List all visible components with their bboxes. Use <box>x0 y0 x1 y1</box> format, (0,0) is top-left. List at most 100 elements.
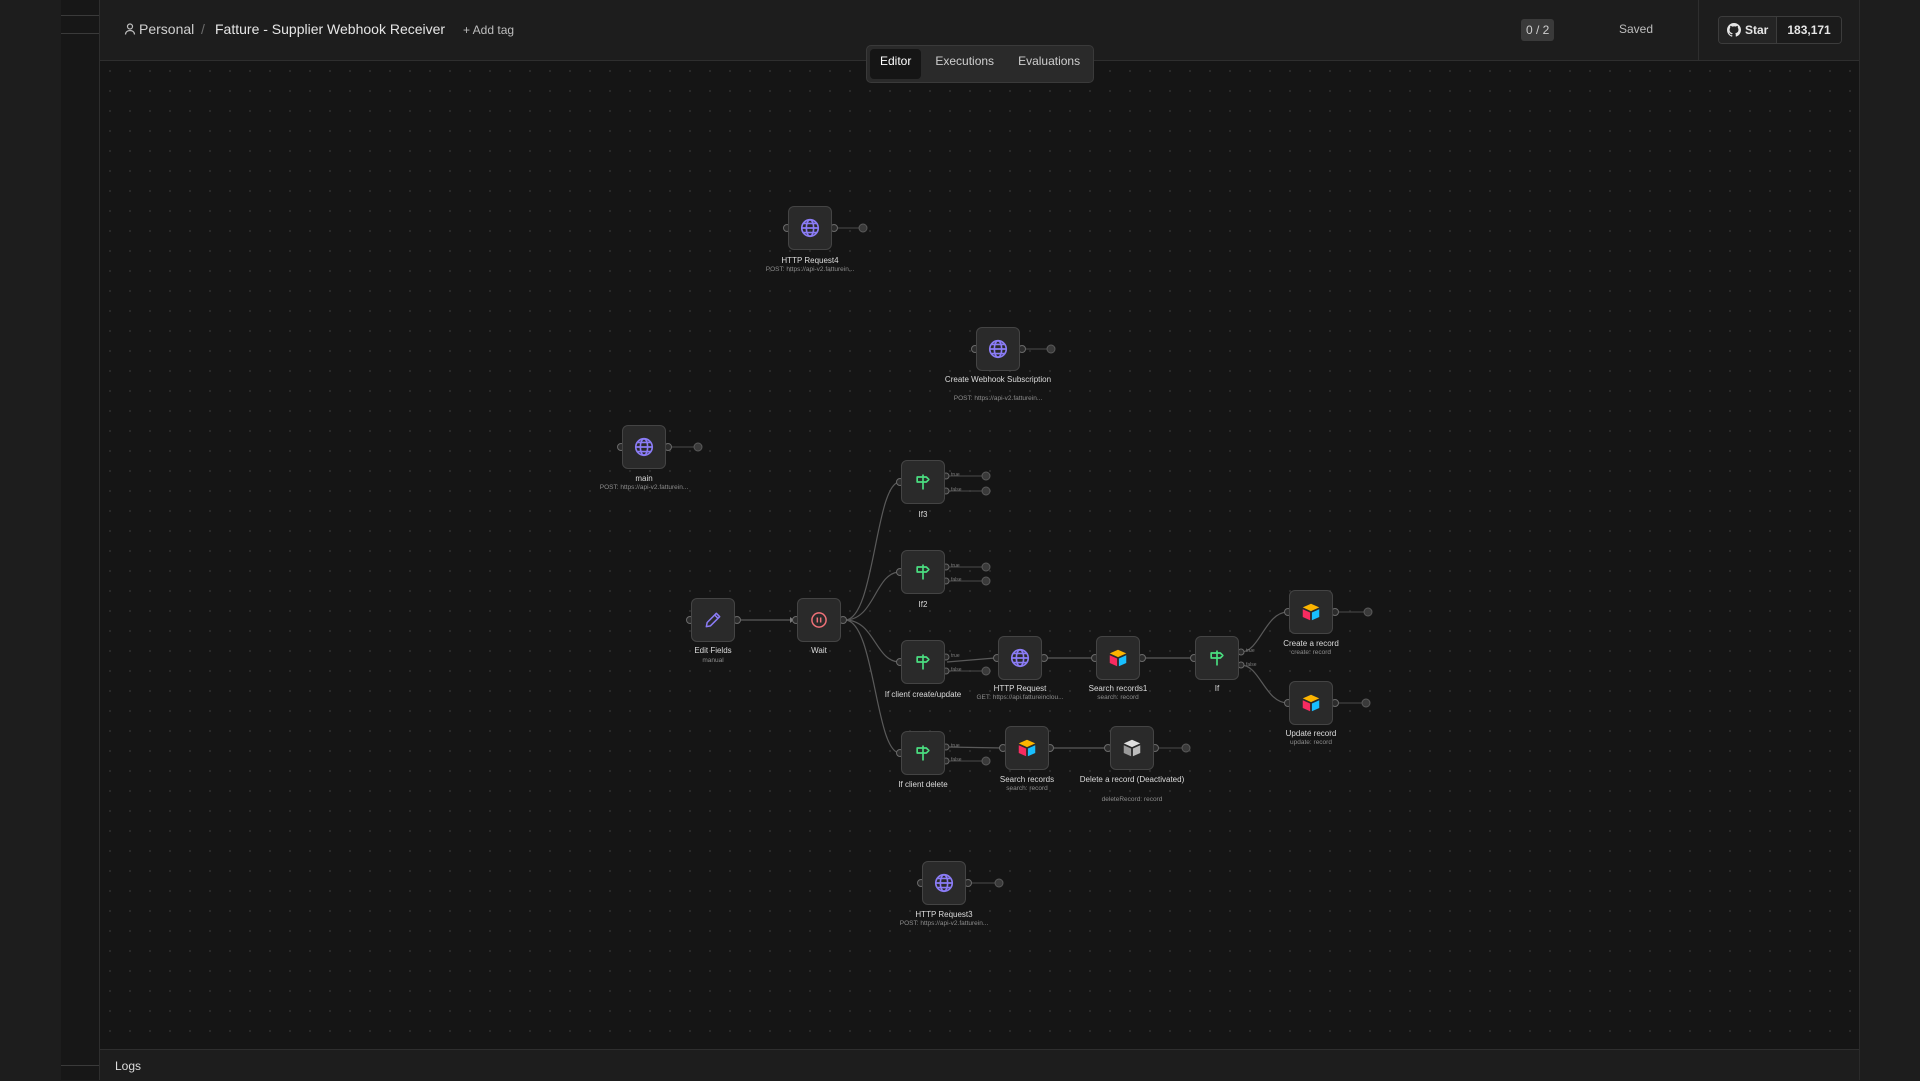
add-node-icon[interactable] <box>994 878 1004 888</box>
node-label: If <box>1214 684 1220 693</box>
add-node-icon[interactable] <box>981 562 991 572</box>
node-search-records1[interactable] <box>1096 636 1140 680</box>
node-subtitle: deleteRecord: record <box>1101 796 1163 803</box>
github-star-count[interactable]: 183,171 <box>1777 17 1841 43</box>
node-if-client-delete[interactable] <box>901 731 945 775</box>
port-label-false: false <box>951 757 962 763</box>
node-http-request3[interactable] <box>922 861 966 905</box>
node-wait[interactable] <box>797 598 841 642</box>
tab-evaluations[interactable]: Evaluations <box>1008 49 1090 79</box>
left-rail <box>0 0 61 1080</box>
workflow-canvas[interactable]: true false true false true false true fa… <box>100 61 1859 1049</box>
node-if3[interactable] <box>901 460 945 504</box>
node-subtitle: search: record <box>1006 785 1048 792</box>
if-signpost-icon <box>916 564 930 580</box>
add-node-icon[interactable] <box>1361 698 1371 708</box>
airtable-icon <box>1109 649 1127 667</box>
node-subtitle: POST: https://api-v2.fatturein... <box>765 266 855 273</box>
if-signpost-icon <box>916 745 930 761</box>
github-star-widget[interactable]: Star 183,171 <box>1718 16 1842 44</box>
node-label: If2 <box>918 600 928 609</box>
node-delete-a-record[interactable] <box>1110 726 1154 770</box>
node-create-a-record[interactable] <box>1289 590 1333 634</box>
globe-icon <box>934 873 954 893</box>
add-node-icon[interactable] <box>981 486 991 496</box>
add-node-icon[interactable] <box>981 576 991 586</box>
node-label: Wait <box>811 646 827 655</box>
if-signpost-icon <box>1210 650 1224 666</box>
node-subtitle: POST: https://api-v2.fatturein... <box>953 395 1043 402</box>
port-label-false: false <box>1246 662 1257 668</box>
github-star-button[interactable]: Star <box>1719 17 1778 43</box>
right-margin <box>1859 0 1920 1080</box>
node-if[interactable] <box>1195 636 1239 680</box>
add-node-icon[interactable] <box>1363 607 1373 617</box>
tab-executions[interactable]: Executions <box>925 49 1004 79</box>
sidebar <box>61 0 100 1080</box>
node-main[interactable] <box>622 425 666 469</box>
port-label-false: false <box>951 577 962 583</box>
node-label: Delete a record (Deactivated) <box>1079 775 1185 784</box>
pause-circle-icon <box>811 612 827 628</box>
breadcrumb-separator: / <box>201 21 205 37</box>
globe-icon <box>988 339 1008 359</box>
globe-icon <box>800 218 820 238</box>
github-icon <box>1727 23 1741 37</box>
node-if-client-create-update[interactable] <box>901 640 945 684</box>
airtable-icon <box>1123 739 1141 757</box>
if-signpost-icon <box>916 654 930 670</box>
save-status: Saved <box>1619 22 1654 36</box>
add-node-icon[interactable] <box>981 666 991 676</box>
globe-icon <box>1010 648 1030 668</box>
connections-layer <box>617 223 1373 888</box>
edge-wait-if2[interactable] <box>844 571 901 621</box>
airtable-icon <box>1302 603 1320 621</box>
sidebar-divider <box>61 1065 99 1066</box>
node-label: HTTP Request4 <box>781 256 839 265</box>
port-label-false: false <box>951 487 962 493</box>
add-node-icon[interactable] <box>693 442 703 452</box>
pencil-icon <box>705 612 721 628</box>
add-node-icon[interactable] <box>981 471 991 481</box>
node-subtitle: update: record <box>1290 739 1332 746</box>
active-counter-badge: 0 / 2 <box>1521 19 1555 41</box>
sidebar-divider <box>61 15 99 16</box>
port-label-true: true <box>951 743 960 749</box>
node-label: Create Webhook Subscription <box>944 375 1052 384</box>
airtable-icon <box>1018 739 1036 757</box>
edge-wait-if-delete[interactable] <box>844 619 901 754</box>
add-node-icon[interactable] <box>1181 743 1191 753</box>
person-icon <box>124 23 136 35</box>
add-node-icon[interactable] <box>1046 344 1056 354</box>
node-create-webhook-subscription[interactable] <box>976 327 1020 371</box>
header-divider <box>1698 0 1699 60</box>
node-http-request[interactable] <box>998 636 1042 680</box>
node-subtitle: create: record <box>1290 649 1332 656</box>
tab-editor[interactable]: Editor <box>870 49 922 79</box>
add-tag-button[interactable]: + Add tag <box>463 23 514 37</box>
workflow-title[interactable]: Fatture - Supplier Webhook Receiver <box>215 21 445 37</box>
node-if2[interactable] <box>901 550 945 594</box>
breadcrumb-project[interactable]: Personal <box>139 21 194 37</box>
globe-icon <box>634 437 654 457</box>
logs-panel-bar[interactable]: Logs <box>100 1049 1859 1081</box>
node-http-request4[interactable] <box>788 206 832 250</box>
node-subtitle: POST: https://api-v2.fatturein... <box>599 484 689 491</box>
node-edit-fields[interactable] <box>691 598 735 642</box>
view-tabs: Editor Executions Evaluations <box>866 45 1095 83</box>
port-label-true: true <box>951 472 960 478</box>
node-update-record[interactable] <box>1289 681 1333 725</box>
node-subtitle: manual <box>702 657 724 664</box>
node-label: HTTP Request3 <box>915 910 973 919</box>
node-subtitle: POST: https://api-v2.fatturein... <box>899 920 989 927</box>
airtable-icon <box>1302 694 1320 712</box>
port-label-false: false <box>951 667 962 673</box>
logs-label: Logs <box>115 1059 142 1073</box>
node-label: main <box>635 474 653 483</box>
add-node-icon[interactable] <box>858 223 868 233</box>
add-node-icon[interactable] <box>981 756 991 766</box>
github-star-label: Star <box>1745 23 1769 37</box>
node-label: If3 <box>918 510 928 519</box>
node-search-records[interactable] <box>1005 726 1049 770</box>
port-label-true: true <box>951 653 960 659</box>
